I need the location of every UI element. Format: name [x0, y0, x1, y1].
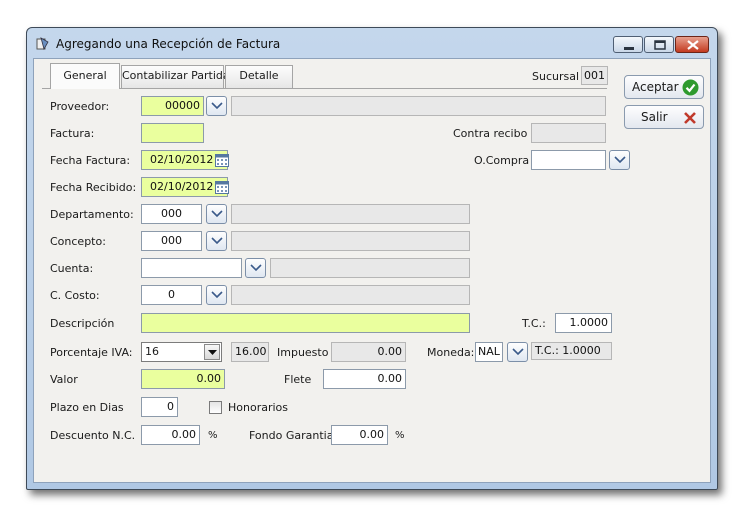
proveedor-name-field	[231, 96, 606, 116]
valor-label: Valor	[50, 373, 78, 386]
sucursal-label: Sucursal	[532, 70, 580, 83]
descuento-nc-label: Descuento N.C.	[50, 429, 136, 442]
chevron-down-icon	[211, 210, 223, 218]
sucursal-field: 001	[581, 66, 608, 85]
calendar-icon[interactable]	[215, 180, 229, 194]
tab-contabilizar-partidas[interactable]: Contabilizar Partidas	[121, 65, 235, 88]
close-icon	[687, 40, 699, 50]
fecha-factura-label: Fecha Factura:	[50, 154, 131, 167]
close-x-icon	[684, 112, 696, 124]
salir-button[interactable]: Salir	[624, 105, 704, 129]
cuenta-label: Cuenta:	[50, 262, 94, 275]
moneda-input[interactable]: NAL	[475, 342, 503, 362]
c-costo-lookup-button[interactable]	[206, 285, 227, 305]
close-button[interactable]	[675, 36, 709, 53]
c-costo-input[interactable]: 0	[141, 285, 202, 305]
moneda-label: Moneda:	[427, 346, 475, 359]
caret-down-icon	[208, 350, 217, 355]
iva-rate-field: 16.00	[231, 342, 269, 362]
moneda-lookup-button[interactable]	[507, 342, 528, 362]
cuenta-lookup-button[interactable]	[245, 258, 266, 278]
contra-recibo-field	[531, 123, 606, 143]
tc-label: T.C.:	[522, 317, 546, 330]
departamento-lookup-button[interactable]	[206, 204, 227, 224]
porcentaje-iva-selected: 16	[145, 345, 159, 358]
departamento-label: Departamento:	[50, 208, 134, 221]
fondo-garantia-label: Fondo Garantia	[249, 429, 334, 442]
impuesto-label: Impuesto	[277, 346, 329, 359]
fecha-recibido-value: 02/10/2012	[150, 180, 214, 193]
calendar-icon[interactable]	[215, 153, 229, 167]
concepto-name-field	[231, 231, 470, 251]
ocompra-lookup-button[interactable]	[609, 150, 630, 170]
porcentaje-iva-label: Porcentaje IVA:	[50, 346, 133, 359]
moneda-tc-display: T.C.: 1.0000	[531, 342, 612, 360]
tab-divider	[42, 88, 607, 89]
ocompra-label: O.Compra	[474, 154, 530, 167]
fondo-garantia-unit: %	[395, 430, 405, 441]
impuesto-field: 0.00	[331, 342, 406, 362]
descuento-nc-input[interactable]: 0.00	[141, 425, 200, 445]
chevron-down-icon	[211, 102, 223, 110]
departamento-name-field	[231, 204, 470, 224]
aceptar-button[interactable]: Aceptar	[624, 75, 704, 99]
cuenta-name-field	[270, 258, 470, 278]
honorarios-label: Honorarios	[228, 401, 289, 414]
maximize-icon	[654, 40, 666, 50]
cuenta-input[interactable]	[141, 258, 242, 278]
fecha-factura-value: 02/10/2012	[150, 153, 214, 166]
c-costo-label: C. Costo:	[50, 289, 100, 302]
fondo-garantia-input[interactable]: 0.00	[331, 425, 388, 445]
porcentaje-iva-select[interactable]: 16	[141, 342, 222, 362]
descripcion-label: Descripción	[50, 317, 115, 330]
flete-label: Flete	[284, 373, 312, 386]
ocompra-input[interactable]	[531, 150, 606, 170]
factura-label: Factura:	[50, 127, 95, 140]
title-bar[interactable]: Agregando una Recepción de Factura	[27, 28, 717, 58]
checkmark-icon	[682, 79, 699, 96]
salir-label: Salir	[641, 110, 668, 124]
c-costo-name-field	[231, 285, 470, 305]
flete-input[interactable]: 0.00	[323, 369, 406, 389]
proveedor-lookup-button[interactable]	[206, 96, 227, 116]
contra-recibo-label: Contra recibo	[453, 127, 528, 140]
window-title: Agregando una Recepción de Factura	[56, 37, 281, 51]
descripcion-input[interactable]	[141, 313, 470, 333]
departamento-input[interactable]: 000	[141, 204, 202, 224]
fecha-recibido-label: Fecha Recibido:	[50, 181, 137, 194]
descuento-nc-unit: %	[208, 430, 218, 441]
tc-input[interactable]: 1.0000	[555, 313, 612, 333]
factura-input[interactable]	[141, 123, 204, 143]
tab-detalle[interactable]: Detalle	[225, 65, 293, 88]
dialog-body: General Contabilizar Partidas Detalle Su…	[33, 58, 711, 483]
plazo-dias-label: Plazo en Dias	[50, 401, 124, 414]
chevron-down-icon	[512, 348, 524, 356]
minimize-icon	[624, 47, 634, 50]
minimize-button[interactable]	[613, 36, 643, 53]
chevron-down-icon	[211, 237, 223, 245]
honorarios-checkbox[interactable]	[209, 401, 222, 414]
concepto-input[interactable]: 000	[141, 231, 202, 251]
dropdown-arrow[interactable]	[204, 344, 220, 360]
chevron-down-icon	[250, 264, 262, 272]
chevron-down-icon	[614, 156, 626, 164]
concepto-label: Concepto:	[50, 235, 106, 248]
valor-input[interactable]: 0.00	[141, 369, 225, 389]
proveedor-label: Proveedor:	[50, 100, 110, 113]
chevron-down-icon	[211, 291, 223, 299]
dialog-window: Agregando una Recepción de Factura Gener…	[26, 27, 718, 490]
tab-general[interactable]: General	[50, 63, 120, 89]
concepto-lookup-button[interactable]	[206, 231, 227, 251]
proveedor-code-input[interactable]: 00000	[141, 96, 204, 116]
aceptar-label: Aceptar	[632, 80, 679, 94]
plazo-dias-input[interactable]: 0	[141, 397, 178, 417]
app-icon	[36, 37, 49, 50]
maximize-button[interactable]	[644, 36, 674, 53]
